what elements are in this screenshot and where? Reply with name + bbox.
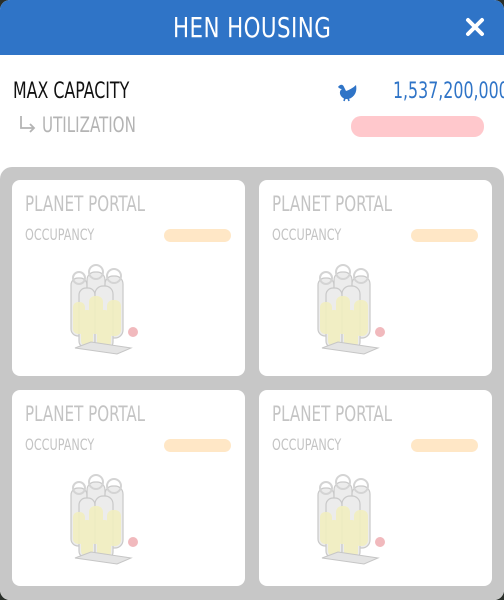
occupancy-bar [411,439,478,452]
occupancy-label: OCCUPANCY [272,435,342,454]
occupancy-bar [411,229,478,242]
max-capacity-value: 1,537,200,000 [393,79,504,104]
max-capacity-value-group: 1,537,200,000 [336,79,504,104]
occupancy-bar [164,229,231,242]
housing-card[interactable]: PLANET PORTAL OCCUPANCY [259,180,492,376]
housing-card[interactable]: PLANET PORTAL OCCUPANCY [12,180,245,376]
card-title: PLANET PORTAL [25,192,146,216]
close-button[interactable] [460,12,490,42]
planet-portal-icon [70,474,138,565]
planet-portal-icon [317,474,385,565]
close-icon [466,18,484,36]
occupancy-label: OCCUPANCY [272,225,342,244]
hen-icon [338,84,357,101]
planet-portal-icon [70,264,138,355]
card-title: PLANET PORTAL [272,192,393,216]
max-capacity-label: MAX CAPACITY [13,79,130,104]
capacity-stats: MAX CAPACITY 1,537,200,000 UTILIZATION [0,55,504,167]
utilization-bar [351,116,484,137]
utilization-row: UTILIZATION [18,113,159,137]
sub-arrow-icon [20,116,36,133]
housing-card[interactable]: PLANET PORTAL OCCUPANCY [12,390,245,586]
occupancy-label: OCCUPANCY [25,435,95,454]
housing-grid: PLANET PORTAL OCCUPANCY PLANET PORTAL OC… [0,167,504,600]
occupancy-bar [164,439,231,452]
housing-card[interactable]: PLANET PORTAL OCCUPANCY [259,390,492,586]
header-bar: HEN HOUSING [0,0,504,55]
hen-housing-panel: HEN HOUSING MAX CAPACITY 1,537,200,000 U… [0,0,504,600]
utilization-label: UTILIZATION [42,113,136,137]
panel-title: HEN HOUSING [172,11,332,44]
planet-portal-icon [317,264,385,355]
occupancy-label: OCCUPANCY [25,225,95,244]
card-title: PLANET PORTAL [272,402,393,426]
card-title: PLANET PORTAL [25,402,146,426]
